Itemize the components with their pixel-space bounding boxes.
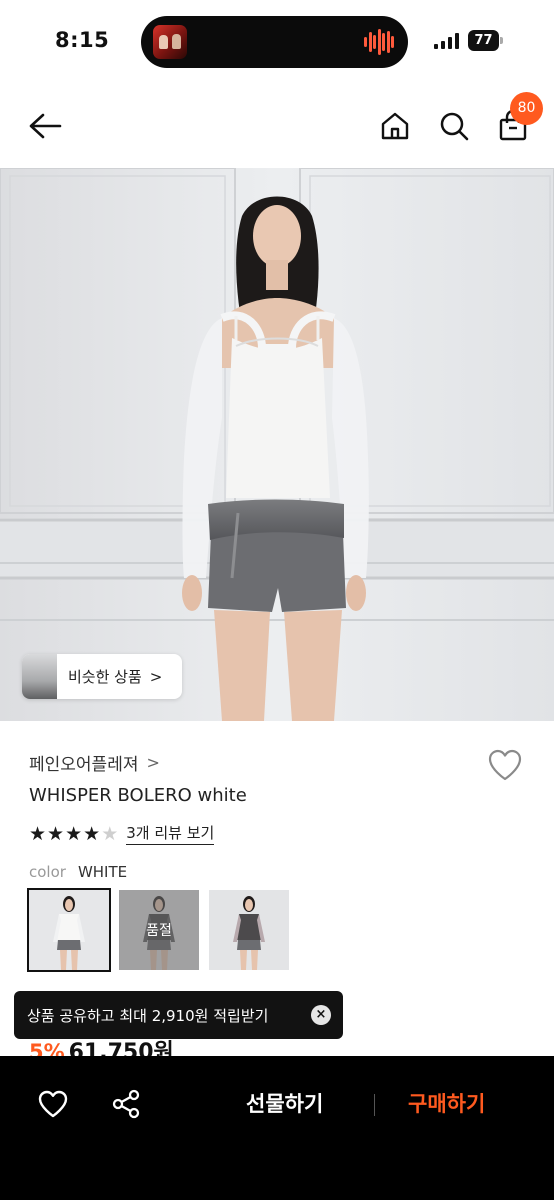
search-button[interactable]	[432, 104, 476, 148]
cellular-signal-icon	[434, 33, 459, 49]
color-swatch-white[interactable]	[27, 888, 111, 972]
product-photo	[0, 168, 554, 721]
color-value: WHITE	[77, 863, 128, 881]
dynamic-island[interactable]	[141, 16, 408, 68]
share-button[interactable]	[106, 1084, 146, 1124]
similar-products-thumbnails	[22, 654, 58, 699]
divider	[374, 1094, 375, 1116]
app-header	[0, 84, 554, 168]
search-icon	[440, 112, 469, 141]
chevron-right-icon: >	[146, 753, 160, 772]
rating-row: ★ ★ ★ ★ ★ 3개 리뷰 보기	[29, 822, 215, 845]
star-empty-icon: ★	[101, 822, 119, 845]
close-icon[interactable]: ×	[311, 1005, 331, 1025]
like-button[interactable]	[487, 748, 525, 784]
cart-count-badge: 80	[510, 92, 543, 125]
similar-products-button[interactable]: 비슷한 상품 >	[22, 654, 182, 699]
star-filled-icon: ★	[65, 822, 83, 845]
buy-button[interactable]: 구매하기	[408, 1088, 485, 1118]
swatch-photo	[209, 890, 289, 970]
product-title: WHISPER BOLERO white	[29, 785, 247, 806]
brand-link[interactable]: 페인오어플레져 >	[29, 750, 160, 775]
chevron-right-icon: >	[149, 667, 163, 686]
now-playing-album-art	[153, 25, 187, 59]
bottom-action-bar: 선물하기 구매하기	[0, 1056, 554, 1200]
star-filled-icon: ★	[47, 822, 65, 845]
battery-level: 77	[468, 30, 499, 51]
color-label: color	[29, 863, 66, 881]
swatch-photo	[29, 890, 109, 970]
battery-icon: 77	[468, 30, 503, 51]
color-swatch-gray[interactable]	[209, 890, 289, 970]
home-button[interactable]	[373, 104, 417, 148]
star-filled-icon: ★	[83, 822, 101, 845]
toast-message: 상품 공유하고 최대 2,910원 적립받기	[27, 1006, 269, 1025]
audio-waveform-icon	[364, 28, 394, 56]
share-reward-toast: 상품 공유하고 최대 2,910원 적립받기 ×	[14, 991, 343, 1039]
heart-icon	[38, 1090, 68, 1118]
heart-icon	[488, 749, 522, 781]
brand-name: 페인오어플레져	[29, 755, 139, 775]
review-link[interactable]: 3개 리뷰 보기	[126, 822, 215, 845]
back-arrow-icon	[29, 113, 62, 139]
rating-stars: ★ ★ ★ ★ ★	[29, 823, 118, 845]
color-row: color WHITE	[29, 863, 127, 881]
product-hero-image[interactable]	[0, 168, 554, 721]
back-button[interactable]	[23, 104, 67, 148]
home-icon	[381, 112, 409, 140]
status-time: 8:15	[55, 28, 110, 52]
sold-out-overlay: 품절	[119, 890, 199, 970]
status-bar: 8:15 77	[0, 0, 554, 84]
similar-products-label: 비슷한 상품	[68, 668, 142, 686]
share-icon	[112, 1089, 140, 1119]
star-filled-icon: ★	[29, 822, 47, 845]
gift-button[interactable]: 선물하기	[246, 1088, 323, 1118]
color-swatch-black[interactable]: 품절	[119, 890, 199, 970]
wishlist-button[interactable]	[33, 1084, 73, 1124]
